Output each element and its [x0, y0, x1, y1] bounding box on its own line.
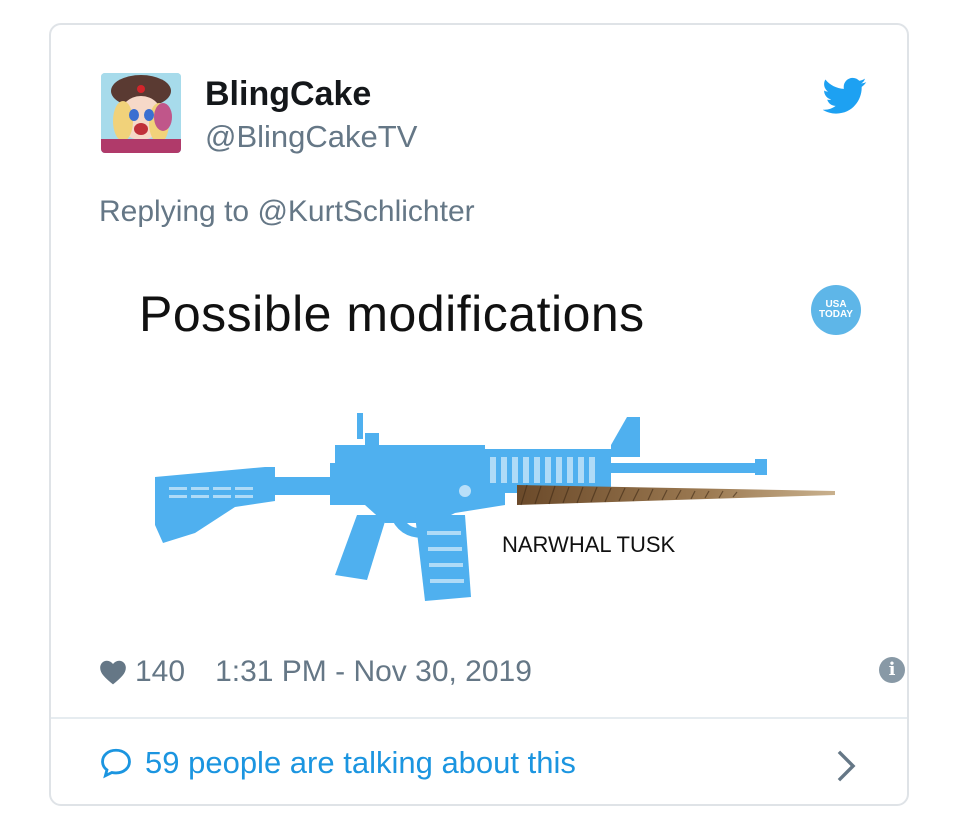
divider	[51, 717, 907, 719]
twitter-bird-icon[interactable]	[823, 77, 867, 115]
tweet-stats: 140 1:31 PM - Nov 30, 2019	[99, 655, 532, 689]
conversation-link[interactable]: 59 people are talking about this	[99, 745, 576, 781]
usa-today-logo: USA TODAY	[811, 285, 861, 335]
chevron-right-icon[interactable]	[835, 749, 857, 783]
avatar[interactable]	[101, 73, 181, 153]
user-handle[interactable]: @BlingCakeTV	[205, 119, 417, 155]
reply-prefix: Replying to	[99, 195, 250, 228]
conversation-text: 59 people are talking about this	[145, 745, 576, 780]
speech-bubble-icon	[101, 748, 131, 779]
heart-icon[interactable]	[99, 659, 127, 685]
rifle-illustration	[155, 413, 835, 601]
media-title: Possible modifications	[139, 286, 645, 342]
tweet-media-image[interactable]: Possible modifications USA TODAY NARWHAL…	[99, 255, 869, 645]
tweet-timestamp[interactable]: 1:31 PM - Nov 30, 2019	[215, 655, 532, 689]
narwhal-tusk	[517, 485, 835, 505]
tweet-card: BlingCake @BlingCakeTV Replying to @Kurt…	[49, 23, 909, 806]
info-icon[interactable]: i	[879, 657, 905, 683]
reply-mention-link[interactable]: @KurtSchlichter	[257, 195, 474, 228]
display-name[interactable]: BlingCake	[205, 75, 371, 114]
badge-line-2: TODAY	[819, 309, 853, 320]
reply-context: Replying to @KurtSchlichter	[99, 195, 475, 229]
like-count[interactable]: 140	[135, 655, 185, 689]
narwhal-tusk-label: NARWHAL TUSK	[502, 532, 676, 557]
